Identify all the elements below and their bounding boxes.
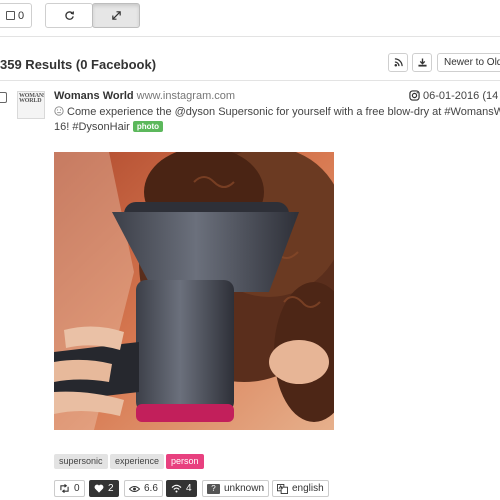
author-domain[interactable]: www.instagram.com bbox=[137, 90, 235, 102]
view-value: 6.6 bbox=[144, 483, 158, 494]
neutral-face-icon bbox=[54, 106, 64, 116]
language-value: english bbox=[292, 483, 324, 494]
wifi-icon bbox=[171, 484, 182, 493]
expand-button[interactable] bbox=[92, 3, 140, 28]
instagram-icon bbox=[409, 90, 420, 101]
tag-person[interactable]: person bbox=[166, 454, 204, 469]
post-text: Come experience the @dyson Supersonic fo… bbox=[67, 106, 500, 118]
checkbox-icon bbox=[5, 11, 15, 20]
refresh-icon bbox=[64, 11, 74, 20]
post-photo[interactable] bbox=[54, 152, 334, 430]
tag-experience[interactable]: experience bbox=[110, 454, 165, 469]
refresh-button[interactable] bbox=[45, 3, 93, 28]
rss-button[interactable] bbox=[388, 53, 408, 72]
sort-label: Newer to Old bbox=[444, 57, 500, 68]
select-all-button[interactable]: 0 bbox=[0, 3, 32, 28]
retweet-value: 0 bbox=[74, 483, 80, 494]
signal-value: 4 bbox=[186, 483, 192, 494]
post-text-line-2: 16! #DysonHair photo bbox=[54, 121, 164, 133]
heart-icon bbox=[94, 484, 104, 493]
signal-score[interactable]: 4 bbox=[166, 480, 197, 497]
results-divider bbox=[0, 80, 500, 81]
download-icon bbox=[417, 58, 427, 67]
author-name[interactable]: Womans World bbox=[54, 90, 134, 102]
sentiment-badge[interactable]: ? unknown bbox=[202, 480, 270, 497]
results-count: 359 Results (0 Facebook) bbox=[0, 57, 157, 72]
post-select-checkbox[interactable] bbox=[0, 92, 7, 103]
select-count: 0 bbox=[17, 9, 25, 22]
view-count[interactable]: 6.6 bbox=[124, 480, 163, 497]
sort-dropdown[interactable]: Newer to Old bbox=[437, 53, 500, 72]
translate-icon bbox=[277, 483, 288, 494]
like-count[interactable]: 2 bbox=[89, 480, 119, 497]
retweet-count[interactable]: 0 bbox=[54, 480, 85, 497]
retweet-icon bbox=[60, 484, 69, 493]
post-author[interactable]: Womans World www.instagram.com bbox=[54, 90, 235, 102]
post-text-line-1: Come experience the @dyson Supersonic fo… bbox=[54, 106, 500, 118]
post-text-continued: 16! #DysonHair bbox=[54, 121, 130, 133]
post-date: 06-01-2016 (14 bbox=[423, 90, 499, 102]
photo-label: photo bbox=[132, 121, 164, 132]
sentiment-value: unknown bbox=[224, 483, 265, 494]
like-value: 2 bbox=[108, 483, 114, 494]
expand-icon bbox=[111, 11, 121, 20]
photo-image bbox=[54, 152, 334, 430]
toolbar-divider bbox=[0, 36, 500, 37]
download-button[interactable] bbox=[412, 53, 432, 72]
eye-icon bbox=[129, 485, 140, 492]
avatar-logo-text: WOMANS WORLD bbox=[19, 93, 45, 104]
question-icon: ? bbox=[207, 483, 220, 494]
rss-icon bbox=[394, 58, 403, 67]
tag-supersonic[interactable]: supersonic bbox=[54, 454, 108, 469]
language-badge[interactable]: english bbox=[272, 480, 329, 497]
avatar[interactable]: WOMANS WORLD bbox=[17, 91, 45, 119]
